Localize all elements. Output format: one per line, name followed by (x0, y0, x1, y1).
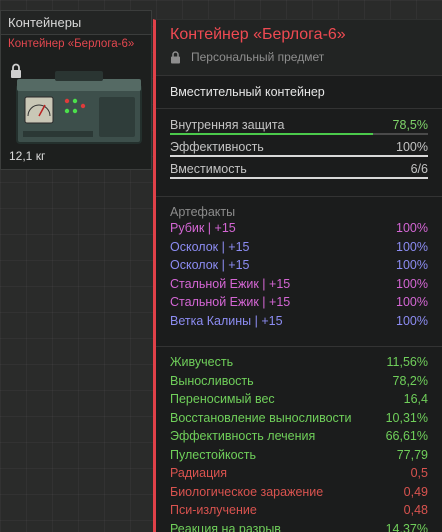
tooltip-header: Контейнер «Берлога-6» Персональный предм… (156, 20, 442, 76)
stats-section: Внутренняя защита 78,5% Эффективность 10… (156, 109, 442, 197)
effect-row-name: Живучесть (170, 355, 234, 369)
effect-row-name: Эффективность лечения (170, 429, 316, 443)
stat-bar (170, 177, 428, 179)
stat-label: Эффективность (170, 140, 264, 154)
effect-row: Биологическое заражение 0,49 (170, 485, 428, 504)
artifact-row: Ветка Калины | +15 100% (170, 314, 428, 333)
container-image (16, 71, 142, 144)
effect-row: Эффективность лечения 66,61% (170, 429, 428, 448)
effect-row-name: Восстановление выносливости (170, 410, 352, 425)
effect-row-value: 78,2% (392, 373, 428, 388)
stat-label: Внутренняя защита (170, 118, 285, 132)
effect-row-name: Пулестойкость (170, 447, 257, 462)
artifact-row-name: Рубик | +15 (170, 221, 236, 235)
effect-row: Пулестойкость 77,79 (170, 448, 428, 467)
inventory-item-name: Контейнер «Берлога-6» (8, 38, 135, 50)
effect-row: Живучесть 11,56% (170, 355, 428, 374)
personal-item-label: Персональный предмет (191, 50, 325, 64)
stat-value: 78,5% (392, 118, 428, 132)
effect-row: Восстановление выносливости 10,31% (170, 411, 428, 430)
effect-row-name: Выносливость (170, 373, 254, 388)
effect-row: Радиация 0,5 (170, 466, 428, 485)
effect-row-value: 16,4 (403, 392, 428, 406)
artifact-row-name: Осколок | +15 (170, 239, 250, 254)
item-weight: 12,1 кг (9, 149, 46, 163)
tooltip-subtitle-row: Персональный предмет (170, 50, 430, 64)
effect-row-value: 0,48 (403, 503, 428, 517)
artifact-list: Рубик | +15 100% Осколок | +15 100% Осколок … (170, 221, 428, 332)
effect-row-value: 10,31% (385, 410, 428, 425)
stat-value: 6/6 (410, 162, 428, 176)
inventory-category-header: Контейнеры (1, 11, 151, 35)
stat-value: 100% (396, 140, 428, 154)
effect-row-name: Переносимый вес (170, 392, 275, 406)
lock-icon (171, 50, 180, 63)
artifact-row: Стальной Ежик | +15 100% (170, 277, 428, 296)
artifact-row: Осколок | +15 100% (170, 240, 428, 259)
effects-section: Живучесть 11,56% Выносливость 78,2% Переноси… (156, 347, 442, 532)
effect-row-value: 14,37% (385, 521, 428, 532)
artifact-row-value: 100% (396, 239, 428, 254)
stat-row-efficiency: Эффективность 100% (170, 137, 428, 159)
artifact-row: Рубик | +15 100% (170, 221, 428, 240)
effect-row-value: 66,61% (385, 429, 428, 443)
artifact-row-name: Стальной Ежик | +15 (170, 276, 291, 291)
stat-bar (170, 133, 428, 135)
stat-bar-fill (170, 155, 428, 157)
stat-row-internal-protection: Внутренняя защита 78,5% (170, 115, 428, 137)
artifact-row-value: 100% (396, 221, 428, 235)
artifact-row-value: 100% (396, 276, 428, 291)
stat-label: Вместимость (170, 162, 247, 176)
artifact-row: Осколок | +15 100% (170, 258, 428, 277)
effect-row-value: 11,56% (386, 355, 428, 369)
artifact-row-name: Ветка Калины | +15 (170, 313, 283, 328)
stat-bar-fill (170, 177, 428, 179)
effect-row: Выносливость 78,2% (170, 374, 428, 393)
artifact-row-value: 100% (396, 258, 428, 272)
effect-row: Реакция на разрыв 14,37% (170, 522, 428, 532)
item-tooltip: Контейнер «Берлога-6» Персональный предм… (153, 19, 442, 532)
effect-list: Живучесть 11,56% Выносливость 78,2% Переноси… (170, 355, 428, 532)
effect-row: Переносимый вес 16,4 (170, 392, 428, 411)
artifact-row-value: 100% (396, 295, 428, 309)
tooltip-title: Контейнер «Берлога-6» (170, 26, 346, 43)
effect-row-value: 0,5 (410, 466, 428, 480)
artifact-row-name: Осколок | +15 (170, 258, 250, 272)
stat-row-capacity: Вместимость 6/6 (170, 159, 428, 181)
inventory-item-card[interactable]: Контейнеры Контейнер «Берлога-6» 12,1 кг (0, 10, 152, 170)
item-description: Вместительный контейнер (156, 76, 442, 109)
stat-bar (170, 155, 428, 157)
artifact-row: Стальной Ежик | +15 100% (170, 295, 428, 314)
effect-row-name: Биологическое заражение (170, 484, 324, 499)
artifact-row-value: 100% (396, 313, 428, 328)
stat-bar-fill (170, 133, 373, 135)
effect-row-name: Пси-излучение (170, 503, 257, 517)
artifacts-section: Артефакты Рубик | +15 100% Осколок | +15 10… (156, 197, 442, 347)
effect-row-name: Радиация (170, 466, 228, 480)
effect-row-value: 0,49 (403, 484, 428, 499)
artifacts-title: Артефакты (170, 205, 236, 219)
effect-row-name: Реакция на разрыв (170, 521, 281, 532)
effect-row: Пси-излучение 0,48 (170, 503, 428, 522)
artifact-row-name: Стальной Ежик | +15 (170, 295, 291, 309)
effect-row-value: 77,79 (396, 447, 428, 462)
